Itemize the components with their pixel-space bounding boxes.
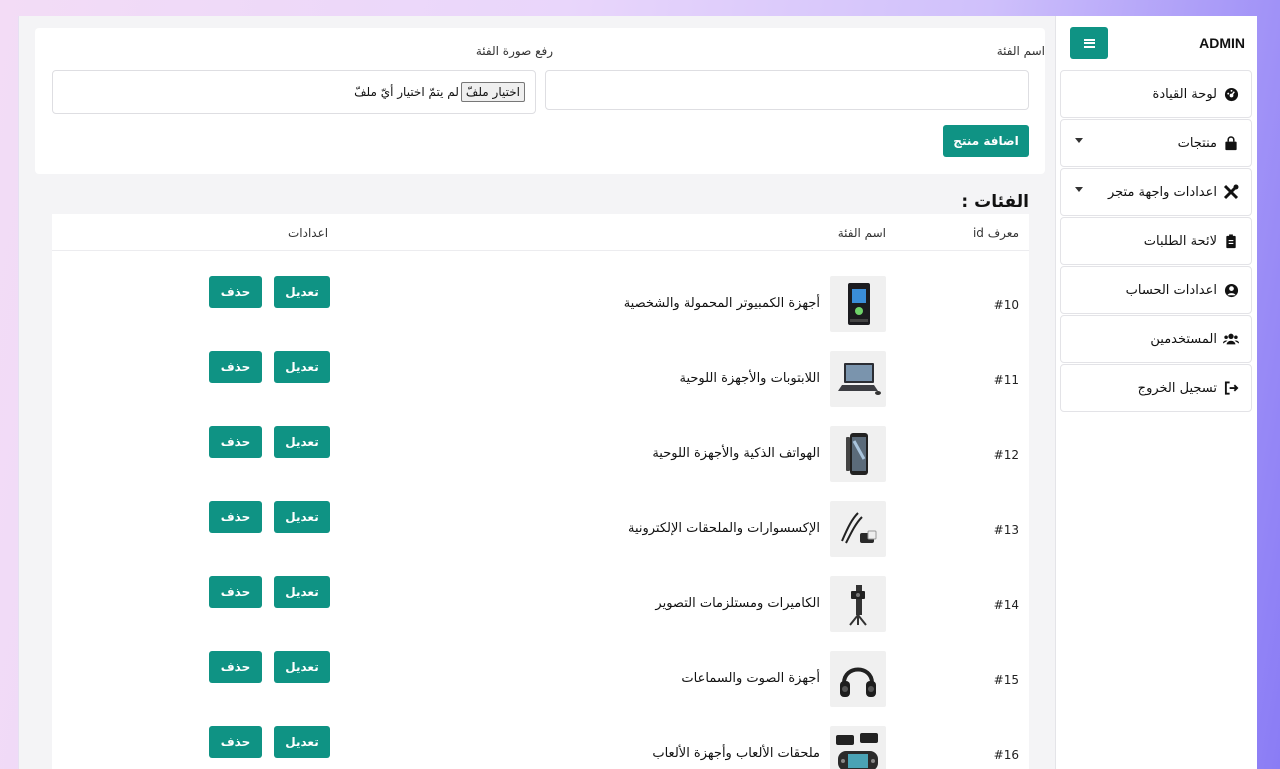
delete-button[interactable]: حذف	[209, 351, 262, 383]
table-row: #16 ملحقات الألعاب وأجهزة الألعاب تعديل …	[52, 716, 1029, 769]
sidebar-item-logout[interactable]: تسجيل الخروج	[1060, 364, 1252, 412]
sidebar-item-label: لائحة الطلبات	[1143, 233, 1217, 249]
chevron-down-icon	[1075, 187, 1083, 192]
header-id: معرف id	[972, 226, 1019, 240]
camera-gimbal-icon	[830, 576, 886, 632]
add-button[interactable]: اضافة منتج	[943, 125, 1029, 157]
table-row: #10 أجهزة الكمبيوتر المحمولة والشخصية تع…	[52, 266, 1029, 341]
row-id: #13	[993, 523, 1019, 537]
category-image-label: رفع صورة الفئة	[475, 44, 553, 58]
brand-label: ADMIN	[1199, 35, 1245, 51]
row-id: #10	[993, 298, 1019, 312]
desktop-pc-icon	[830, 276, 886, 332]
sidebar-item-label: المستخدمين	[1150, 331, 1217, 347]
edit-button[interactable]: تعديل	[274, 351, 330, 383]
logout-icon	[1223, 380, 1239, 396]
table-row: #15 أجهزة الصوت والسماعات تعديل حذف	[52, 641, 1029, 716]
cables-icon	[830, 501, 886, 557]
categories-title: الفئات :	[961, 192, 1029, 212]
sidebar: ADMIN لوحة القيادة منتجات اعدادات واجهة …	[1055, 16, 1257, 769]
table-row: #14 الكاميرات ومستلزمات التصوير تعديل حذ…	[52, 566, 1029, 641]
delete-button[interactable]: حذف	[209, 576, 262, 608]
sidebar-item-orders[interactable]: لائحة الطلبات	[1060, 217, 1252, 265]
edit-button[interactable]: تعديل	[274, 651, 330, 683]
category-name: الإكسسوارات والملحقات الإلكترونية	[627, 521, 820, 536]
sidebar-item-users[interactable]: المستخدمين	[1060, 315, 1252, 363]
shopping-bag-icon	[1223, 135, 1239, 151]
edit-button[interactable]: تعديل	[274, 276, 330, 308]
edit-button[interactable]: تعديل	[274, 726, 330, 758]
sidebar-item-label: لوحة القيادة	[1152, 86, 1217, 102]
sidebar-item-label: منتجات	[1177, 135, 1217, 151]
laptop-icon	[830, 351, 886, 407]
header-name: اسم الفئة	[837, 226, 886, 240]
edit-button[interactable]: تعديل	[274, 576, 330, 608]
app-frame: اسم الفئة رفع صورة الفئة اختيار ملفّ لم …	[18, 16, 1257, 769]
sidebar-item-store-settings[interactable]: اعدادات واجهة متجر	[1060, 168, 1252, 216]
row-id: #16	[993, 748, 1019, 762]
table-row: #12 الهواتف الذكية والأجهزة اللوحية تعدي…	[52, 416, 1029, 491]
sidebar-item-label: اعدادات الحساب	[1125, 282, 1217, 298]
delete-button[interactable]: حذف	[209, 726, 262, 758]
sidebar-toggle-button[interactable]	[1070, 27, 1108, 59]
categories-table: معرف id اسم الفئة اعدادات #10 أجهزة الكم…	[52, 214, 1029, 769]
table-row: #13 الإكسسوارات والملحقات الإلكترونية تع…	[52, 491, 1029, 566]
edit-button[interactable]: تعديل	[274, 426, 330, 458]
category-name: ملحقات الألعاب وأجهزة الألعاب	[652, 746, 820, 761]
header-divider	[52, 250, 1029, 251]
row-id: #12	[993, 448, 1019, 462]
user-circle-icon	[1223, 282, 1239, 298]
category-name: الهواتف الذكية والأجهزة اللوحية	[652, 446, 820, 461]
sidebar-item-account-settings[interactable]: اعدادات الحساب	[1060, 266, 1252, 314]
table-row: #11 اللابتوبات والأجهزة اللوحية تعديل حذ…	[52, 341, 1029, 416]
delete-button[interactable]: حذف	[209, 651, 262, 683]
category-name-label: اسم الفئة	[996, 44, 1045, 58]
row-id: #11	[993, 373, 1019, 387]
main-content: اسم الفئة رفع صورة الفئة اختيار ملفّ لم …	[19, 16, 1055, 769]
sidebar-item-label: تسجيل الخروج	[1137, 380, 1217, 396]
category-name-input[interactable]	[545, 70, 1029, 110]
sidebar-item-dashboard[interactable]: لوحة القيادة	[1060, 70, 1252, 118]
clipboard-icon	[1223, 233, 1239, 249]
row-id: #15	[993, 673, 1019, 687]
delete-button[interactable]: حذف	[209, 426, 262, 458]
delete-button[interactable]: حذف	[209, 501, 262, 533]
sidebar-item-products[interactable]: منتجات	[1060, 119, 1252, 167]
category-name: أجهزة الصوت والسماعات	[681, 671, 820, 686]
category-name: الكاميرات ومستلزمات التصوير	[655, 596, 820, 611]
chevron-down-icon	[1075, 138, 1083, 143]
header-actions: اعدادات	[288, 226, 329, 240]
sidebar-header: ADMIN	[1056, 16, 1257, 68]
category-name: أجهزة الكمبيوتر المحمولة والشخصية	[623, 296, 820, 311]
gaming-console-icon	[830, 726, 886, 769]
headphones-icon	[830, 651, 886, 707]
delete-button[interactable]: حذف	[209, 276, 262, 308]
users-icon	[1223, 331, 1239, 347]
add-category-form: اسم الفئة رفع صورة الفئة اختيار ملفّ لم …	[35, 28, 1045, 174]
category-name: اللابتوبات والأجهزة اللوحية	[679, 371, 820, 386]
dashboard-icon	[1223, 86, 1239, 102]
choose-file-button[interactable]: اختيار ملفّ	[460, 82, 525, 102]
row-id: #14	[993, 598, 1019, 612]
smartphone-icon	[830, 426, 886, 482]
menu-icon	[1083, 38, 1095, 48]
tools-icon	[1223, 184, 1239, 200]
edit-button[interactable]: تعديل	[274, 501, 330, 533]
no-file-chosen-text: لم يتمّ اختيار أيّ ملفّ	[354, 85, 459, 99]
sidebar-item-label: اعدادات واجهة متجر	[1107, 184, 1217, 200]
category-image-file-input[interactable]: اختيار ملفّ لم يتمّ اختيار أيّ ملفّ	[52, 70, 536, 114]
